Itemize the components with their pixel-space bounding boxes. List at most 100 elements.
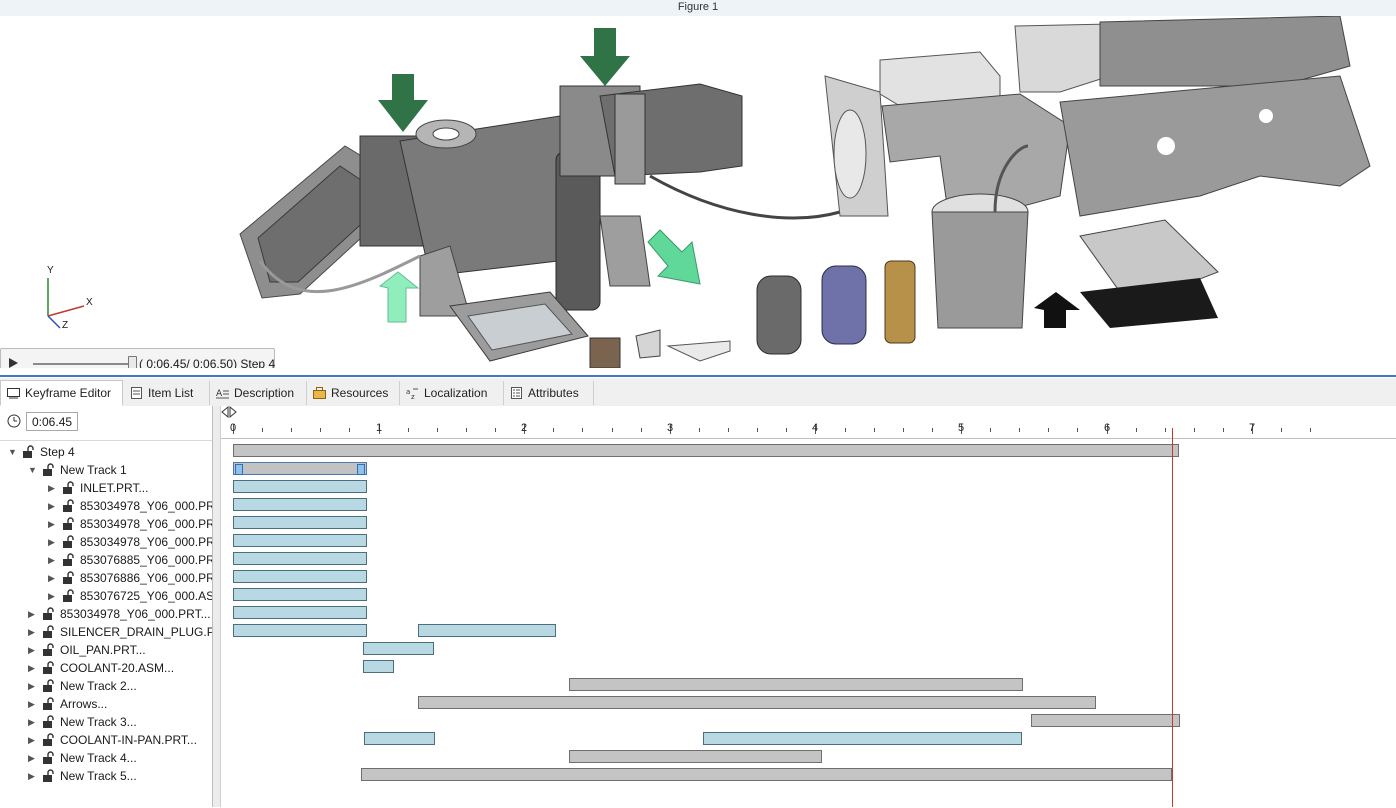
bottles[interactable] — [756, 260, 916, 355]
tree-scrollbar[interactable] — [213, 406, 221, 807]
current-time-cursor[interactable] — [1172, 428, 1173, 807]
expand-down-icon[interactable]: ▼ — [8, 443, 18, 461]
keyframe-marker[interactable] — [235, 464, 243, 475]
lock-icon[interactable] — [62, 553, 76, 567]
timeline-bar[interactable] — [703, 732, 1022, 745]
time-ruler[interactable]: 0 1 2 3 4 5 6 7 — [221, 406, 1396, 439]
tree-row[interactable]: ▶ SILENCER_DRAIN_PLUG.PRT... — [0, 623, 212, 641]
expand-right-icon[interactable]: ▶ — [48, 479, 58, 497]
arrow-diagonal-icon[interactable] — [647, 229, 701, 285]
playback-slider-thumb[interactable] — [128, 356, 137, 368]
tree-row[interactable]: ▶ INLET.PRT... — [0, 479, 212, 497]
timeline-bar[interactable] — [233, 480, 367, 493]
lock-icon[interactable] — [62, 535, 76, 549]
expand-right-icon[interactable]: ▶ — [48, 515, 58, 533]
timeline-bar[interactable] — [361, 768, 1172, 781]
lock-icon[interactable] — [62, 589, 76, 603]
timeline-bar[interactable] — [233, 444, 1179, 457]
timeline-bar[interactable] — [418, 624, 556, 637]
timeline-bar[interactable] — [233, 498, 367, 511]
lock-icon[interactable] — [42, 643, 56, 657]
tree-row[interactable]: ▶ 853034978_Y06_000.PRT... — [0, 497, 212, 515]
timeline-bar[interactable] — [363, 660, 394, 673]
expand-right-icon[interactable]: ▶ — [28, 605, 38, 623]
tree-row[interactable]: ▶ 853034978_Y06_000.PRT... — [0, 515, 212, 533]
lock-icon[interactable] — [22, 445, 36, 459]
tree-row[interactable]: ▶ New Track 3... — [0, 713, 212, 731]
timeline-bar[interactable] — [363, 642, 434, 655]
timeline-bar[interactable] — [1031, 714, 1180, 727]
lock-icon[interactable] — [42, 733, 56, 747]
tab-attributes[interactable]: Attributes — [504, 381, 594, 405]
timeline-bar[interactable] — [569, 678, 1023, 691]
expand-right-icon[interactable]: ▶ — [28, 767, 38, 785]
lock-icon[interactable] — [42, 679, 56, 693]
tree-row[interactable]: ▶ Arrows... — [0, 695, 212, 713]
tab-resources[interactable]: Resources — [307, 381, 400, 405]
tree-row[interactable]: ▶ COOLANT-20.ASM... — [0, 659, 212, 677]
expand-right-icon[interactable]: ▶ — [28, 731, 38, 749]
tree-row[interactable]: ▼ Step 4 — [0, 443, 212, 461]
arrow-down-icon[interactable] — [580, 28, 630, 86]
timeline-bar[interactable] — [233, 570, 367, 583]
keyframe-timeline[interactable]: 0 1 2 3 4 5 6 7 — [221, 406, 1396, 807]
lock-icon[interactable] — [62, 571, 76, 585]
tree-row[interactable]: ▶ 853076886_Y06_000.PRT... — [0, 569, 212, 587]
lock-icon[interactable] — [42, 715, 56, 729]
lock-icon[interactable] — [42, 751, 56, 765]
housing-panels[interactable] — [824, 16, 1371, 227]
lock-icon[interactable] — [42, 697, 56, 711]
playback-slider-track[interactable] — [33, 363, 133, 365]
small-parts[interactable] — [589, 329, 731, 368]
lock-icon[interactable] — [42, 463, 56, 477]
tree-row[interactable]: ▶ New Track 5... — [0, 767, 212, 785]
tree-row[interactable]: ▶ 853076885_Y06_000.PRT... — [0, 551, 212, 569]
timeline-bar[interactable] — [364, 732, 435, 745]
current-time-field[interactable]: 0:06.45 — [26, 412, 78, 431]
tree-row[interactable]: ▶ OIL_PAN.PRT... — [0, 641, 212, 659]
tree-row[interactable]: ▶ COOLANT-IN-PAN.PRT... — [0, 731, 212, 749]
tab-item-list[interactable]: Item List — [124, 381, 210, 405]
expand-right-icon[interactable]: ▶ — [28, 641, 38, 659]
timeline-bar[interactable] — [569, 750, 822, 763]
tab-keyframe-editor[interactable]: Keyframe Editor — [0, 380, 123, 406]
lock-icon[interactable] — [42, 769, 56, 783]
timeline-bar[interactable] — [233, 516, 367, 529]
expand-right-icon[interactable]: ▶ — [28, 623, 38, 641]
pane-splitter[interactable] — [0, 368, 1396, 378]
zoom-fit-icon[interactable] — [221, 406, 247, 418]
machine-assembly[interactable] — [239, 83, 841, 317]
lock-icon[interactable] — [62, 517, 76, 531]
arrow-up-icon[interactable] — [378, 271, 420, 323]
tree-row[interactable]: ▶ 853076725_Y06_000.ASM... — [0, 587, 212, 605]
lock-icon[interactable] — [42, 625, 56, 639]
expand-right-icon[interactable]: ▶ — [28, 749, 38, 767]
tree-row[interactable]: ▶ 853034978_Y06_000.PRT... — [0, 533, 212, 551]
expand-right-icon[interactable]: ▶ — [48, 533, 58, 551]
expand-right-icon[interactable]: ▶ — [28, 677, 38, 695]
lock-icon[interactable] — [42, 661, 56, 675]
timeline-bar[interactable] — [233, 552, 367, 565]
lock-icon[interactable] — [62, 481, 76, 495]
timeline-bar[interactable] — [233, 534, 367, 547]
timeline-bar[interactable] — [418, 696, 1096, 709]
timeline-bar[interactable] — [233, 462, 367, 475]
expand-right-icon[interactable]: ▶ — [28, 659, 38, 677]
tree-row[interactable]: ▶ New Track 2... — [0, 677, 212, 695]
expand-right-icon[interactable]: ▶ — [48, 587, 58, 605]
expand-down-icon[interactable]: ▼ — [28, 461, 38, 479]
play-icon[interactable] — [9, 358, 18, 368]
timeline-bar[interactable] — [233, 588, 367, 601]
tree-row[interactable]: ▶ 853034978_Y06_000.PRT... — [0, 605, 212, 623]
expand-right-icon[interactable]: ▶ — [48, 551, 58, 569]
expand-right-icon[interactable]: ▶ — [28, 713, 38, 731]
tab-description[interactable]: A Description — [210, 381, 307, 405]
timeline-bar[interactable] — [233, 606, 367, 619]
lock-icon[interactable] — [62, 499, 76, 513]
expand-right-icon[interactable]: ▶ — [48, 569, 58, 587]
keyframe-marker[interactable] — [357, 464, 365, 475]
drip-tray[interactable] — [1079, 219, 1219, 328]
lock-icon[interactable] — [42, 607, 56, 621]
expand-right-icon[interactable]: ▶ — [48, 497, 58, 515]
tab-localization[interactable]: az Localization — [400, 381, 504, 405]
